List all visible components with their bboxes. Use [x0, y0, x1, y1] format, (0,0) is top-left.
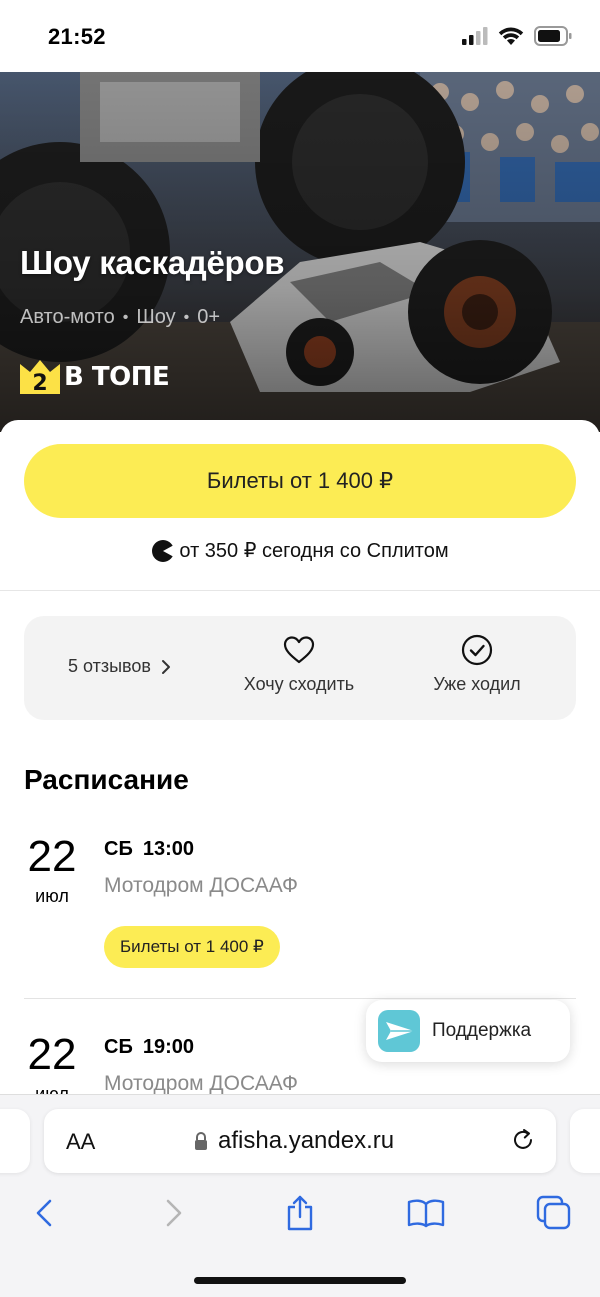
wifi-icon [498, 27, 524, 45]
status-time: 21:52 [48, 24, 106, 49]
url-text: afisha.yandex.ru [218, 1127, 395, 1154]
category-label: Авто-мото [20, 306, 115, 328]
home-indicator [194, 1277, 406, 1284]
chevron-right-icon [166, 1199, 182, 1227]
back-button[interactable] [22, 1191, 66, 1235]
event-tickets-button[interactable]: Билеты от 1 400 ₽ [104, 926, 280, 968]
chevron-right-icon [162, 659, 170, 674]
tabs-icon [536, 1195, 571, 1230]
reload-icon [514, 1129, 532, 1149]
reviews-link[interactable]: 5 отзывов [68, 656, 171, 677]
forward-button[interactable] [152, 1191, 196, 1235]
event-venue[interactable]: Мотодром ДОСААФ [104, 1072, 298, 1096]
book-icon [407, 1199, 445, 1228]
hero-banner: Шоу каскадёров Авто-мото • Шоу • 0+ 2 В … [0, 72, 600, 432]
event-month: июл [35, 886, 69, 906]
chevron-left-icon [36, 1199, 52, 1227]
already-been-label: Уже ходил [433, 674, 521, 694]
split-promo[interactable]: от 350 ₽ сегодня со Сплитом [0, 538, 600, 563]
actions-card: 5 отзывов Хочу сходить Уже ходил [24, 616, 576, 720]
cellular-signal-icon [462, 27, 488, 45]
check-circle-icon [461, 634, 493, 666]
event-datetime: СБ 13:00 [104, 838, 204, 861]
badge-number: 2 [32, 371, 47, 394]
crown-icon: 2 [20, 360, 60, 394]
genre-label: Шоу [136, 306, 176, 328]
divider [0, 590, 600, 591]
event-time: 13:00 [142, 838, 194, 860]
browser-nav-row [0, 1191, 600, 1235]
schedule-title: Расписание [24, 764, 189, 795]
paper-plane-icon [378, 1010, 420, 1052]
previous-tab-preview[interactable] [0, 1109, 30, 1173]
text-size-label: AA [66, 1129, 96, 1154]
bookmarks-button[interactable] [404, 1191, 448, 1235]
battery-icon [534, 26, 572, 46]
address-bar[interactable]: AA afisha.yandex.ru [44, 1109, 556, 1173]
event-weekday: СБ [104, 1036, 133, 1058]
tabs-button[interactable] [532, 1191, 576, 1235]
split-logo-icon [152, 539, 175, 562]
reload-button[interactable] [510, 1127, 536, 1158]
browser-toolbar: AA afisha.yandex.ru [0, 1094, 600, 1297]
event-weekday: СБ [104, 838, 133, 860]
support-button[interactable]: Поддержка [366, 1000, 570, 1062]
event-title: Шоу каскадёров [20, 244, 285, 281]
divider [24, 998, 576, 999]
already-been-button[interactable]: Уже ходил [402, 634, 552, 695]
event-meta: Авто-мото • Шоу • 0+ [20, 306, 220, 329]
age-rating: 0+ [197, 306, 221, 328]
url-display[interactable]: afisha.yandex.ru [194, 1127, 394, 1155]
want-to-go-button[interactable]: Хочу сходить [224, 634, 374, 695]
heart-icon [283, 636, 315, 664]
meta-separator: • [122, 308, 129, 326]
share-button[interactable] [278, 1191, 322, 1235]
buy-tickets-button[interactable]: Билеты от 1 400 ₽ [24, 444, 576, 518]
event-venue[interactable]: Мотодром ДОСААФ [104, 874, 298, 898]
event-day: 22 [27, 832, 77, 881]
status-bar: 21:52 [0, 0, 600, 72]
split-promo-text: от 350 ₽ сегодня со Сплитом [179, 540, 449, 562]
share-icon [287, 1195, 313, 1231]
event-time: 19:00 [142, 1036, 194, 1058]
schedule-item[interactable]: 22 июл СБ 13:00 Мотодром ДОСААФ Билеты от… [24, 832, 576, 982]
meta-separator: • [183, 308, 190, 326]
lock-icon [195, 1132, 207, 1150]
top-rank-badge: 2 В ТОПЕ [20, 360, 170, 394]
want-to-go-label: Хочу сходить [243, 674, 355, 694]
event-day: 22 [27, 1030, 77, 1079]
status-icons [462, 26, 572, 46]
support-label: Поддержка [432, 1020, 532, 1041]
next-tab-preview[interactable] [570, 1109, 600, 1173]
reader-settings-button[interactable]: AA [66, 1129, 95, 1155]
badge-text: В ТОПЕ [64, 362, 170, 392]
reviews-count: 5 отзывов [68, 656, 151, 676]
event-datetime: СБ 19:00 [104, 1036, 204, 1059]
